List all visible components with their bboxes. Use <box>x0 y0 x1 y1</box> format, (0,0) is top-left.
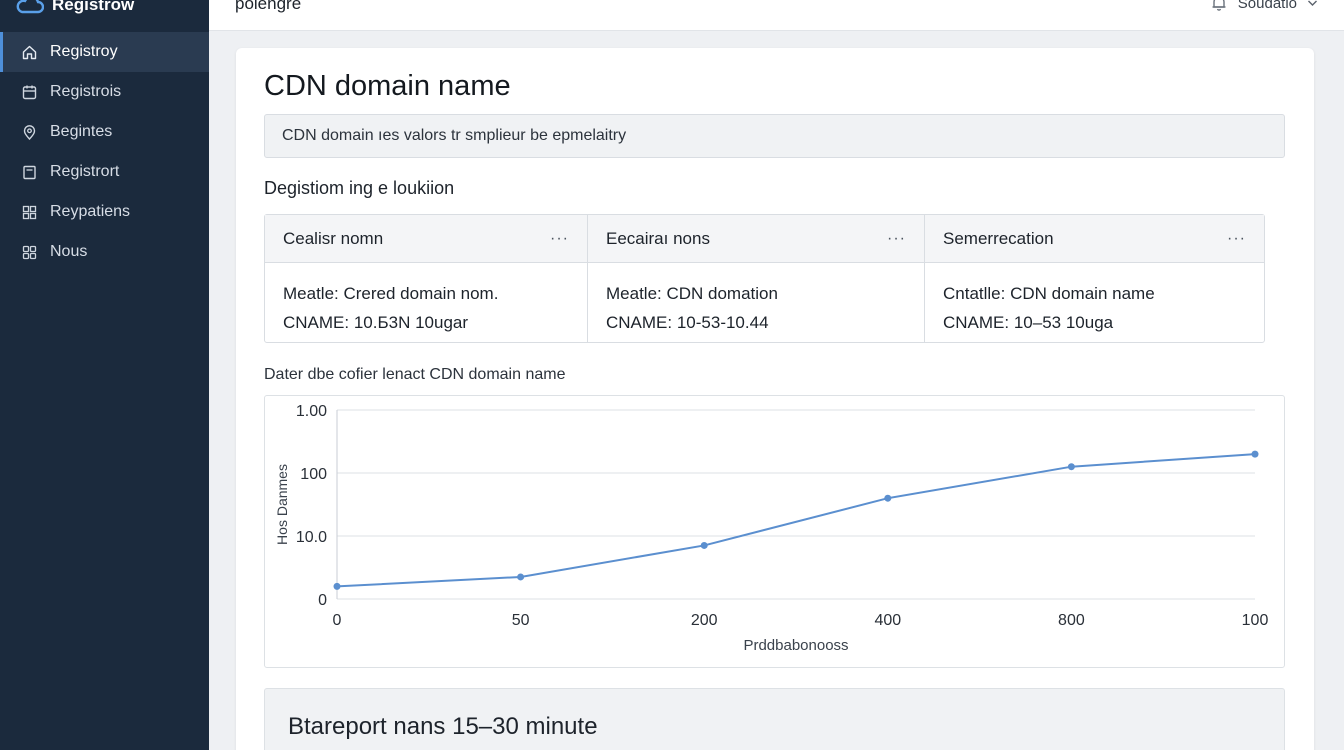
main-card: CDN domain name CDN domain ıes valors tr… <box>236 48 1314 750</box>
record-cname: CNAME: 10–53 10uga <box>943 313 1114 332</box>
home-icon <box>21 44 38 61</box>
sidebar-item-registroy[interactable]: Registroy <box>0 32 209 72</box>
apps-icon <box>21 244 38 261</box>
record-column: Eecairaı nons ··· Meatle: CDN domation C… <box>588 215 925 342</box>
record-header: Cealisr nomn ··· <box>265 215 587 263</box>
calendar-icon <box>21 84 38 101</box>
grid-icon <box>21 204 38 221</box>
data-point <box>884 494 892 502</box>
y-tick-label: 100 <box>300 466 327 483</box>
info-banner: CDN domain ıes valors tr smplieur be epm… <box>264 114 1285 158</box>
sidebar-nav: Registroy Registrois Begintes Registrort… <box>0 32 209 272</box>
propagation-line-chart: 0 10.0 100 1.00 0 50 200 400 800 100 Prddbabonooss… <box>274 403 1269 654</box>
x-tick-label: 200 <box>691 612 718 629</box>
brand-name: Registrow <box>52 0 135 14</box>
more-options-button[interactable]: ··· <box>1227 230 1246 248</box>
record-header: Semerrecation ··· <box>925 215 1264 263</box>
record-header-label: Eecairaı nons <box>606 228 710 248</box>
sidebar-item-registrois[interactable]: Registrois <box>0 72 209 112</box>
sidebar-item-label: Nous <box>50 243 88 260</box>
sidebar: Registrow Registroy Registrois Begintes … <box>0 0 209 750</box>
dns-records-table: Cealisr nomn ··· Meatle: Crered domain n… <box>264 214 1265 343</box>
eta-text: Btareport nans 15–30 minute <box>288 713 598 740</box>
record-header-label: Semerrecation <box>943 228 1054 248</box>
sidebar-item-label: Registrois <box>50 83 122 100</box>
data-point <box>700 541 708 549</box>
record-line: Meatle: CDN domation <box>606 284 778 303</box>
y-tick-label: 10.0 <box>296 529 327 546</box>
record-cname: CNAME: 10-53-10.44 <box>606 313 769 332</box>
cloud-logo-icon <box>16 0 44 14</box>
data-point <box>1067 463 1075 471</box>
document-icon <box>21 164 38 181</box>
data-point <box>517 573 525 581</box>
x-tick-label: 100 <box>1242 612 1269 629</box>
sidebar-item-label: Reypatiens <box>50 203 131 220</box>
x-tick-label: 0 <box>333 612 342 629</box>
data-point <box>1251 450 1259 458</box>
location-icon <box>21 124 38 141</box>
data-point <box>333 582 341 590</box>
series-line <box>336 453 1256 588</box>
record-header: Eecairaı nons ··· <box>588 215 924 263</box>
record-header-label: Cealisr nomn <box>283 228 384 248</box>
sidebar-item-label: Registroy <box>50 43 118 60</box>
section-label: Degistiom ing e loukiion <box>264 178 455 198</box>
info-text: CDN domain ıes valors tr smplieur be epm… <box>282 127 627 144</box>
user-name: Soudatio <box>1237 0 1297 12</box>
record-line: Cntatlle: CDN domain name <box>943 284 1155 303</box>
chevron-down-icon[interactable] <box>1307 0 1318 7</box>
page-title: CDN domain name <box>264 70 511 102</box>
record-column: Cealisr nomn ··· Meatle: Crered domain n… <box>265 215 588 342</box>
y-tick-label: 0 <box>318 592 327 609</box>
record-body: Cntatlle: CDN domain name CNAME: 10–53 1… <box>925 263 1264 337</box>
x-tick-label: 400 <box>874 612 901 629</box>
record-column: Semerrecation ··· Cntatlle: CDN domain n… <box>925 215 1264 342</box>
record-line: Meatle: Crered domain nom. <box>283 284 499 303</box>
sidebar-item-label: Registrort <box>50 163 120 180</box>
user-menu[interactable]: Soudatio <box>1210 0 1318 12</box>
sidebar-item-registrort[interactable]: Registrort <box>0 152 209 192</box>
top-bar: polengre Soudatio <box>209 0 1344 31</box>
more-options-button[interactable]: ··· <box>550 230 569 248</box>
y-tick-label: 1.00 <box>296 403 327 420</box>
sidebar-item-reypatiens[interactable]: Reypatiens <box>0 192 209 232</box>
sidebar-item-label: Begintes <box>50 123 113 140</box>
more-options-button[interactable]: ··· <box>887 230 906 248</box>
x-axis-label: Prddbabonooss <box>743 637 848 654</box>
bell-icon[interactable] <box>1210 0 1228 12</box>
page-heading: polengre <box>235 0 302 13</box>
sidebar-item-nous[interactable]: Nous <box>0 232 209 272</box>
x-tick-label: 50 <box>512 612 530 629</box>
x-tick-label: 800 <box>1058 612 1085 629</box>
y-axis-label: Hos Danmes <box>274 464 290 545</box>
chart-panel: 0 10.0 100 1.00 0 50 200 400 800 100 Prddbabonooss… <box>264 395 1285 668</box>
brand[interactable]: Registrow <box>14 0 134 18</box>
sidebar-item-begintes[interactable]: Begintes <box>0 112 209 152</box>
eta-banner: Btareport nans 15–30 minute <box>264 688 1285 750</box>
chart-title: Dater dbe cofier lenact CDN domain name <box>264 366 566 383</box>
record-body: Meatle: Crered domain nom. CNAME: 10.Б3N… <box>265 263 587 337</box>
record-cname: CNAME: 10.Б3N 10ugar <box>283 313 469 332</box>
record-body: Meatle: CDN domation CNAME: 10-53-10.44 <box>588 263 924 337</box>
